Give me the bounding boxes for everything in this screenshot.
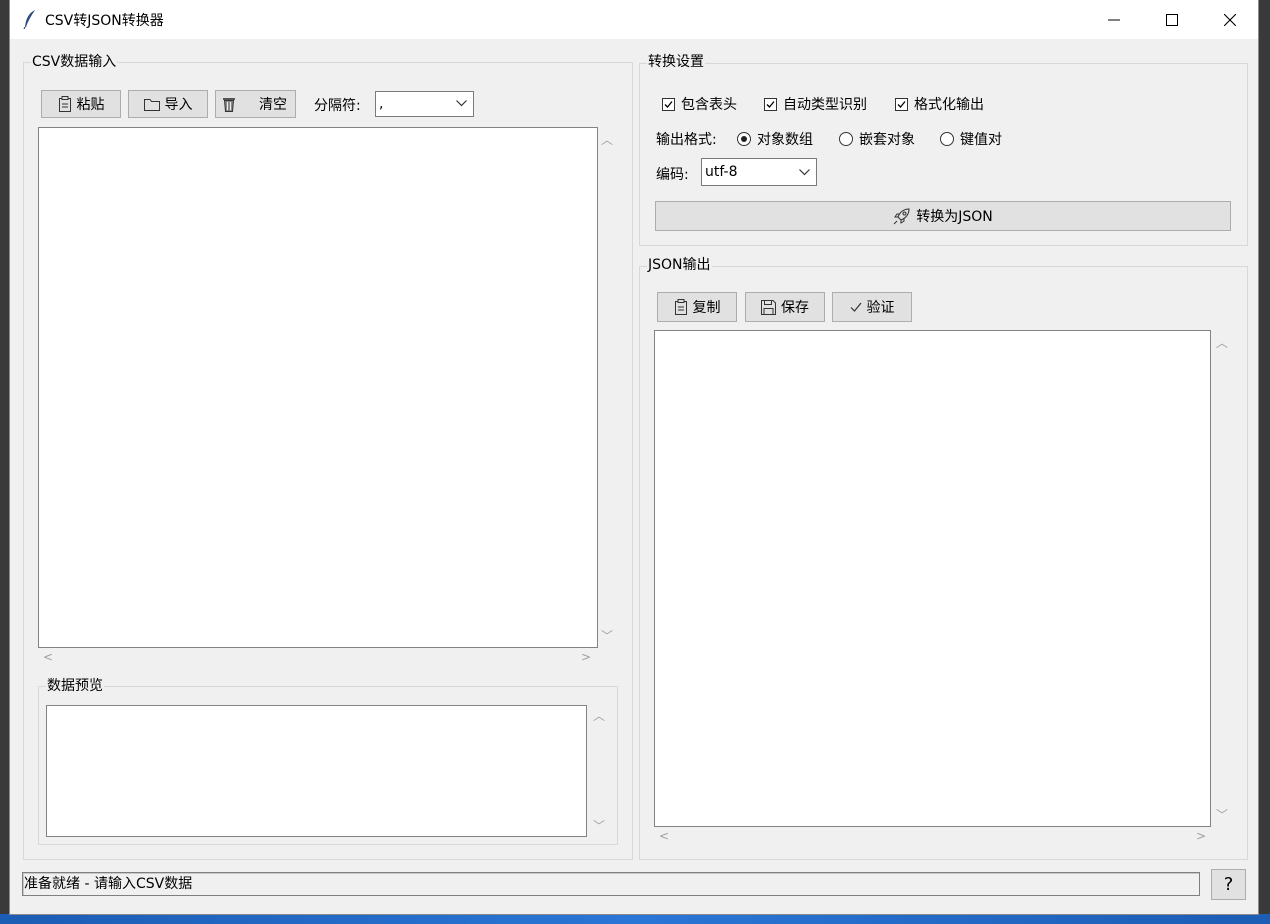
format-radio-key-value[interactable]: 键值对 [940, 129, 1002, 149]
minimize-button[interactable] [1085, 0, 1143, 39]
checkmark-icon [664, 100, 673, 108]
preview-group-label: 数据预览 [46, 677, 104, 695]
validate-button-label: 验证 [866, 300, 895, 316]
radio-selected [737, 132, 751, 146]
auto-type-label: 自动类型识别 [783, 97, 867, 113]
close-icon [1224, 13, 1236, 26]
scroll-left-icon[interactable]: < [43, 650, 53, 664]
status-bar: 准备就绪 - 请输入CSV数据 [22, 872, 1200, 896]
csv-input-group-label: CSV数据输入 [31, 53, 118, 71]
save-button[interactable]: 保存 [745, 292, 825, 322]
feather-icon [23, 10, 35, 29]
json-output-textarea[interactable] [654, 330, 1211, 827]
scroll-down-icon[interactable]: ﹀ [593, 817, 605, 834]
pretty-print-checkbox[interactable]: 格式化输出 [895, 94, 984, 114]
title-bar[interactable]: CSV转JSON转换器 [10, 0, 1258, 39]
checkmark-icon [850, 302, 861, 312]
floppy-disk-icon [761, 299, 776, 315]
clipboard-icon [674, 299, 687, 315]
scroll-up-icon[interactable]: ︿ [593, 707, 605, 724]
format-nested-object-label: 嵌套对象 [859, 132, 915, 148]
validate-button[interactable]: 验证 [832, 292, 912, 322]
json-horizontal-scrollbar[interactable]: < > [654, 827, 1211, 845]
auto-type-checkbox[interactable]: 自动类型识别 [764, 94, 867, 114]
clipboard-icon [58, 96, 71, 112]
preview-textarea[interactable] [46, 705, 587, 837]
scroll-right-icon[interactable]: > [581, 650, 591, 664]
csv-vertical-scrollbar[interactable]: ︿ ﹀ [598, 127, 616, 648]
delimiter-value: , [379, 96, 384, 112]
close-button[interactable] [1201, 0, 1259, 39]
settings-group-label: 转换设置 [647, 53, 705, 71]
checkmark-icon [897, 100, 906, 108]
convert-button[interactable]: 转换为JSON [655, 201, 1231, 231]
status-text: 准备就绪 - 请输入CSV数据 [24, 876, 193, 892]
trash-icon [223, 98, 235, 112]
json-vertical-scrollbar[interactable]: ︿ ﹀ [1213, 330, 1231, 827]
window-title: CSV转JSON转换器 [45, 13, 164, 29]
copy-button-label: 复制 [692, 300, 721, 316]
checkbox-box [662, 97, 675, 111]
import-button[interactable]: 导入 [128, 90, 208, 118]
csv-input-textarea[interactable] [38, 127, 598, 648]
chevron-down-icon [799, 169, 810, 176]
output-format-label: 输出格式: [656, 132, 717, 148]
format-radio-object-array[interactable]: 对象数组 [737, 129, 813, 149]
scroll-left-icon[interactable]: < [659, 829, 669, 843]
include-header-label: 包含表头 [681, 97, 737, 113]
clear-button[interactable]: 清空 [215, 90, 296, 118]
encoding-label: 编码: [656, 167, 689, 183]
import-button-label: 导入 [164, 97, 193, 113]
checkbox-box [764, 97, 777, 111]
convert-button-label: 转换为JSON [916, 209, 993, 225]
pretty-print-label: 格式化输出 [914, 97, 984, 113]
checkmark-icon [766, 100, 775, 108]
encoding-value: utf-8 [705, 164, 738, 180]
scroll-down-icon[interactable]: ﹀ [1216, 806, 1228, 823]
checkbox-box [895, 97, 908, 111]
maximize-button[interactable] [1143, 0, 1201, 39]
preview-vertical-scrollbar[interactable]: ︿ ﹀ [590, 705, 608, 837]
scroll-up-icon[interactable]: ︿ [1216, 334, 1228, 351]
json-output-group-label: JSON输出 [647, 256, 712, 274]
paste-button-label: 粘贴 [76, 97, 105, 113]
paste-button[interactable]: 粘贴 [41, 90, 121, 118]
question-mark-icon: ? [1223, 874, 1234, 895]
taskbar-strip [0, 914, 1270, 924]
radio-unselected [839, 132, 853, 146]
include-header-checkbox[interactable]: 包含表头 [662, 94, 737, 114]
help-button[interactable]: ? [1211, 869, 1246, 900]
scroll-up-icon[interactable]: ︿ [601, 131, 613, 148]
csv-horizontal-scrollbar[interactable]: < > [38, 648, 598, 666]
minimize-icon [1108, 19, 1120, 20]
save-button-label: 保存 [781, 300, 809, 316]
clear-button-label: 清空 [259, 97, 287, 113]
app-window: CSV转JSON转换器 CSV数据输入 粘贴 导入 清空 分隔符: , ︿ ﹀ [10, 0, 1258, 914]
scroll-right-icon[interactable]: > [1196, 829, 1206, 843]
format-radio-nested-object[interactable]: 嵌套对象 [839, 129, 915, 149]
delimiter-select[interactable]: , [375, 91, 474, 117]
copy-button[interactable]: 复制 [657, 292, 737, 322]
maximize-icon [1166, 13, 1178, 26]
rocket-icon [893, 208, 910, 225]
format-key-value-label: 键值对 [960, 132, 1002, 148]
delimiter-label: 分隔符: [314, 98, 361, 114]
radio-unselected [940, 132, 954, 146]
chevron-down-icon [456, 100, 467, 107]
format-object-array-label: 对象数组 [757, 132, 813, 148]
folder-icon [143, 98, 160, 111]
encoding-select[interactable]: utf-8 [701, 158, 817, 186]
scroll-down-icon[interactable]: ﹀ [601, 627, 613, 644]
